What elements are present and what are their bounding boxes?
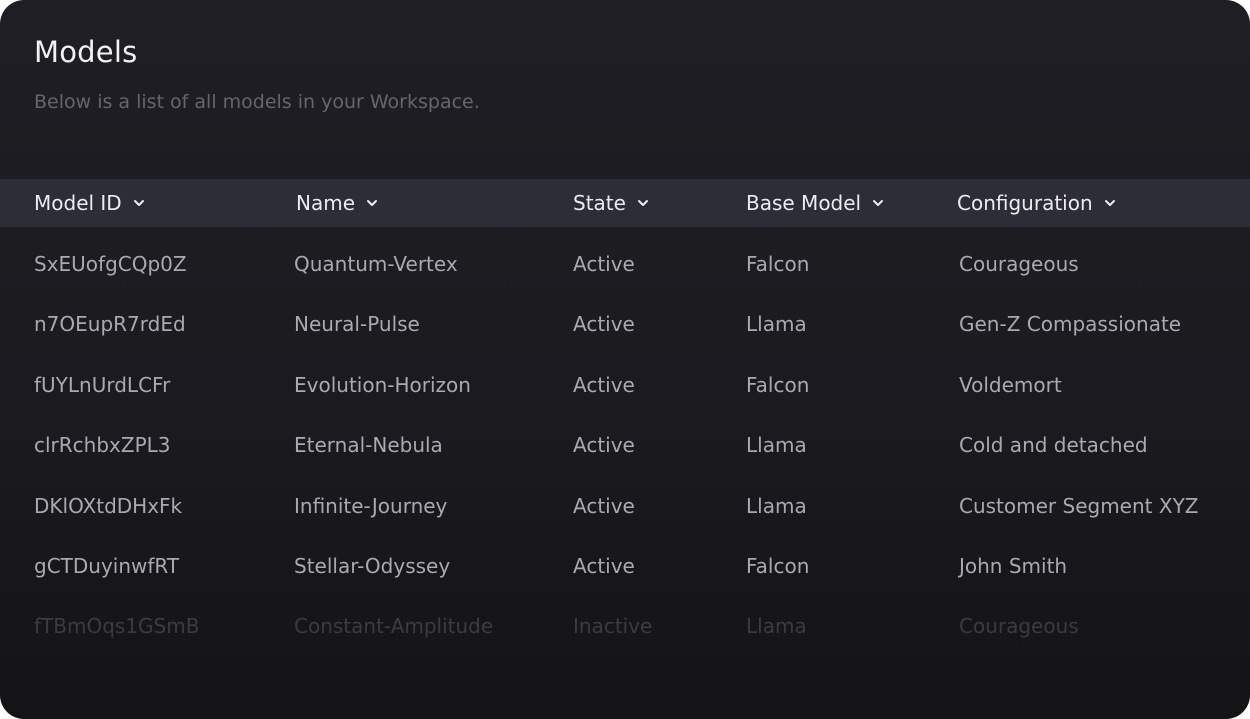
cell-model-id: SxEUofgCQp0Z bbox=[34, 252, 187, 276]
cell-state: Active bbox=[573, 433, 635, 458]
models-panel: Models Below is a list of all models in … bbox=[0, 0, 1250, 719]
cell-configuration: Gen-Z Compassionate bbox=[959, 312, 1182, 337]
cell-name: Quantum-Vertex bbox=[294, 252, 458, 276]
page-title: Models bbox=[34, 35, 138, 69]
column-header-label: Name bbox=[296, 191, 356, 215]
cell-state: Active bbox=[573, 312, 635, 337]
cell-state: Active bbox=[573, 553, 635, 578]
table-header: Model ID Name State Base Model Configura… bbox=[0, 179, 1250, 227]
table-row[interactable]: SxEUofgCQp0Z Quantum-Vertex Active Falco… bbox=[0, 234, 1250, 294]
chevron-down-icon bbox=[637, 200, 648, 206]
cell-state: Active bbox=[573, 493, 635, 518]
cell-name: Neural-Pulse bbox=[294, 312, 420, 337]
cell-base-model: Llama bbox=[746, 614, 807, 639]
column-header-name[interactable]: Name bbox=[296, 179, 379, 227]
table-row[interactable]: gCTDuyinwfRT Stellar-Odyssey Active Falc… bbox=[0, 536, 1250, 596]
chevron-down-icon bbox=[367, 200, 378, 206]
table-row[interactable]: fUYLnUrdLCFr Evolution-Horizon Active Fa… bbox=[0, 355, 1250, 415]
cell-model-id: n7OEupR7rdEd bbox=[34, 312, 186, 337]
cell-name: Constant-Amplitude bbox=[294, 614, 494, 639]
column-header-state[interactable]: State bbox=[573, 179, 650, 227]
cell-base-model: Falcon bbox=[746, 372, 810, 397]
cell-configuration: Cold and detached bbox=[959, 433, 1148, 458]
cell-base-model: Falcon bbox=[746, 553, 810, 578]
cell-configuration: John Smith bbox=[959, 553, 1068, 578]
cell-base-model: Falcon bbox=[746, 252, 810, 276]
chevron-down-icon bbox=[873, 200, 884, 206]
table-row[interactable]: clrRchbxZPL3 Eternal-Nebula Active Llama… bbox=[0, 415, 1250, 475]
cell-name: Stellar-Odyssey bbox=[294, 553, 451, 578]
cell-configuration: Customer Segment XYZ bbox=[959, 493, 1199, 518]
column-header-label: Base Model bbox=[746, 191, 862, 215]
column-header-label: State bbox=[573, 191, 626, 215]
table-row[interactable]: DKlOXtdDHxFk Infinite-Journey Active Lla… bbox=[0, 476, 1250, 536]
column-header-configuration[interactable]: Configuration bbox=[957, 179, 1117, 227]
cell-name: Infinite-Journey bbox=[294, 493, 448, 518]
cell-model-id: DKlOXtdDHxFk bbox=[34, 493, 183, 518]
chevron-down-icon bbox=[133, 200, 144, 206]
cell-name: Eternal-Nebula bbox=[294, 433, 443, 458]
cell-configuration: Courageous bbox=[959, 614, 1079, 639]
cell-model-id: fTBmOqs1GSmB bbox=[34, 614, 200, 639]
cell-model-id: gCTDuyinwfRT bbox=[34, 553, 180, 578]
chevron-down-icon bbox=[1104, 200, 1115, 206]
cell-base-model: Llama bbox=[746, 433, 807, 458]
page-subtitle: Below is a list of all models in your Wo… bbox=[34, 91, 480, 113]
cell-model-id: fUYLnUrdLCFr bbox=[34, 372, 171, 397]
cell-base-model: Llama bbox=[746, 493, 807, 518]
cell-base-model: Llama bbox=[746, 312, 807, 337]
cell-state: Active bbox=[573, 372, 635, 397]
table-body: SxEUofgCQp0Z Quantum-Vertex Active Falco… bbox=[0, 234, 1250, 657]
cell-state: Inactive bbox=[573, 614, 653, 639]
column-header-label: Configuration bbox=[957, 191, 1093, 215]
cell-state: Active bbox=[573, 252, 635, 276]
column-header-base-model[interactable]: Base Model bbox=[746, 179, 885, 227]
cell-name: Evolution-Horizon bbox=[294, 372, 471, 397]
column-header-label: Model ID bbox=[34, 191, 122, 215]
column-header-model-id[interactable]: Model ID bbox=[34, 179, 146, 227]
cell-configuration: Voldemort bbox=[959, 372, 1062, 397]
cell-configuration: Courageous bbox=[959, 252, 1079, 276]
table-row[interactable]: n7OEupR7rdEd Neural-Pulse Active Llama G… bbox=[0, 294, 1250, 354]
cell-model-id: clrRchbxZPL3 bbox=[34, 433, 171, 458]
table-row-inactive[interactable]: fTBmOqs1GSmB Constant-Amplitude Inactive… bbox=[0, 596, 1250, 656]
